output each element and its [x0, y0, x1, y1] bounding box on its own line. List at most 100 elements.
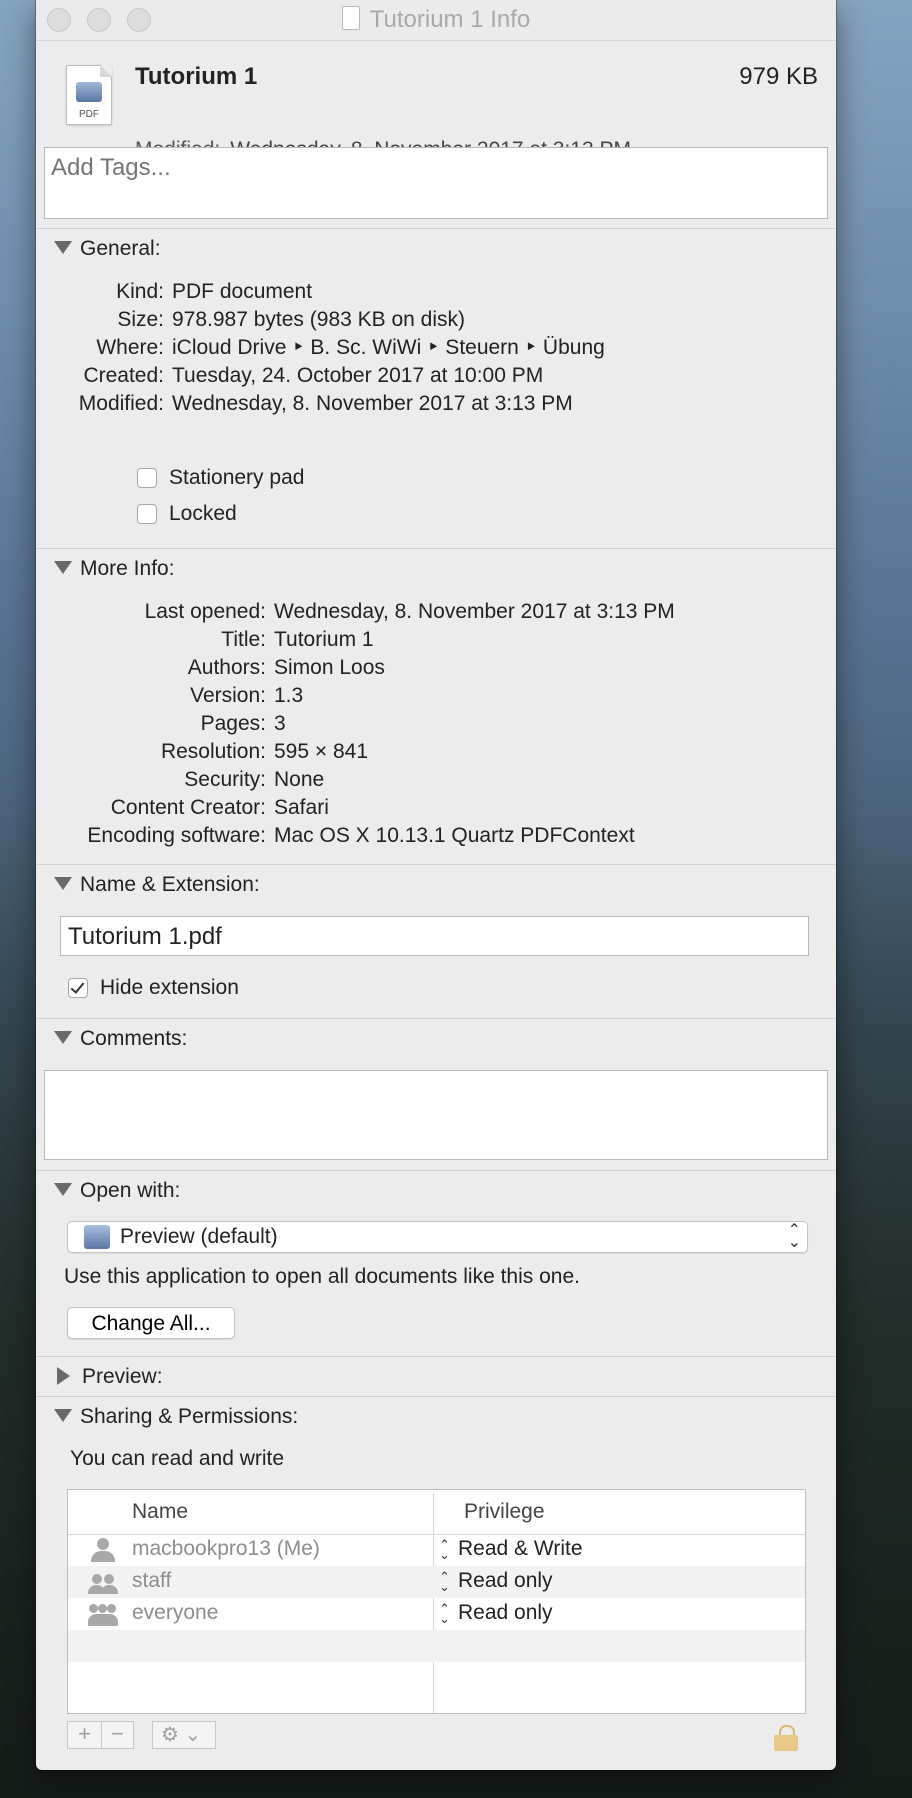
- detail-row: Version: 1.3: [36, 682, 675, 710]
- open-with-title: Open with:: [80, 1179, 181, 1202]
- pdf-icon-label: PDF: [79, 109, 99, 120]
- detail-row: Security: None: [36, 766, 675, 794]
- checkbox-box[interactable]: [137, 504, 157, 524]
- table-row[interactable]: everyone ⌃ ⌄ Read only: [68, 1598, 805, 1630]
- everyone-icon: [88, 1602, 118, 1626]
- detail-value: Wednesday, 8. November 2017 at 3:13 PM: [172, 392, 573, 415]
- chevron-updown-icon: ⌃ ⌄: [439, 1569, 450, 1594]
- table-row[interactable]: staff ⌃ ⌄ Read only: [68, 1566, 805, 1598]
- disclosure-triangle-icon[interactable]: [54, 877, 72, 890]
- disclosure-triangle-icon[interactable]: [54, 1183, 72, 1196]
- window-title-text: Tutorium 1 Info: [369, 6, 531, 33]
- more-info-details: Last opened: Wednesday, 8. November 2017 …: [36, 598, 675, 850]
- more-info-section: More Info: Last opened: Wednesday, 8. Nov…: [36, 548, 836, 865]
- detail-row: Resolution: 595 × 841: [36, 738, 675, 766]
- detail-key: Resolution:: [160, 740, 266, 763]
- document-icon: [341, 6, 360, 30]
- group-icon: [88, 1570, 118, 1594]
- detail-key: Last opened:: [144, 600, 266, 623]
- permission-note: You can read and write: [70, 1447, 285, 1470]
- file-size: 979 KB: [739, 63, 818, 90]
- user-name: everyone: [132, 1601, 219, 1624]
- column-privilege-header[interactable]: Privilege: [464, 1500, 545, 1524]
- chevron-updown-icon: ⌃ ⌄: [787, 1222, 801, 1251]
- title-bar[interactable]: Tutorium 1 Info: [36, 0, 836, 41]
- detail-key: Content Creator:: [110, 796, 266, 819]
- stationery-pad-checkbox[interactable]: Stationery pad: [137, 466, 304, 490]
- remove-user-button[interactable]: −: [102, 1722, 133, 1748]
- tags-field[interactable]: [44, 147, 828, 219]
- open-with-header[interactable]: Open with:: [54, 1179, 180, 1203]
- tags-input[interactable]: [45, 148, 800, 188]
- hide-extension-checkbox[interactable]: Hide extension: [68, 976, 239, 1000]
- detail-value: PDF document: [172, 280, 313, 303]
- detail-row: Title: Tutorium 1: [36, 626, 675, 654]
- detail-row: Kind: PDF document: [36, 278, 605, 306]
- detail-key: Security:: [184, 768, 266, 791]
- open-with-note: Use this application to open all documen…: [64, 1265, 580, 1288]
- detail-key: Authors:: [187, 656, 266, 679]
- detail-value: Simon Loos: [274, 656, 385, 679]
- page-corner-icon: [100, 65, 112, 77]
- disclosure-triangle-icon[interactable]: [54, 561, 72, 574]
- change-all-button[interactable]: Change All...: [67, 1307, 235, 1339]
- detail-row: Modified: Wednesday, 8. November 2017 at …: [36, 390, 605, 418]
- more-info-header[interactable]: More Info:: [54, 557, 175, 581]
- user-icon: [88, 1538, 118, 1562]
- detail-value: 978.987 bytes (983 KB on disk): [172, 308, 466, 331]
- checkbox-box[interactable]: [68, 978, 88, 998]
- table-header: Name Privilege: [68, 1490, 805, 1535]
- disclosure-triangle-icon[interactable]: [54, 1409, 72, 1422]
- gear-icon: ⚙ ⌄: [161, 1724, 202, 1746]
- preview-header[interactable]: Preview:: [54, 1365, 163, 1389]
- detail-value: Safari: [274, 796, 329, 819]
- detail-key: Created:: [83, 364, 164, 387]
- privilege-popup[interactable]: Read only: [458, 1601, 553, 1625]
- disclosure-triangle-collapsed-icon[interactable]: [57, 1367, 70, 1385]
- user-name: staff: [132, 1569, 172, 1592]
- comments-field[interactable]: [44, 1070, 828, 1160]
- detail-key: Size:: [117, 308, 164, 331]
- disclosure-triangle-icon[interactable]: [54, 1031, 72, 1044]
- detail-key: Title:: [221, 628, 266, 651]
- name-extension-header[interactable]: Name & Extension:: [54, 873, 260, 897]
- privilege-popup[interactable]: Read & Write: [458, 1537, 583, 1561]
- table-row[interactable]: macbookpro13 (Me) ⌃ ⌄ Read & Write: [68, 1534, 805, 1566]
- gear-menu-button[interactable]: ⚙ ⌄: [152, 1721, 216, 1749]
- preview-app-icon: [84, 1225, 110, 1249]
- hide-extension-label: Hide extension: [100, 976, 239, 999]
- open-with-popup[interactable]: Preview (default) ⌃ ⌄: [67, 1221, 808, 1253]
- lock-icon[interactable]: [774, 1725, 798, 1751]
- info-window: Tutorium 1 Info PDF Tutorium 1 979 KB Mo…: [36, 0, 836, 1770]
- privilege-popup[interactable]: Read only: [458, 1569, 553, 1593]
- pdf-file-icon: PDF: [66, 65, 112, 125]
- detail-key: Pages:: [200, 712, 266, 735]
- chevron-updown-icon: ⌃ ⌄: [439, 1601, 450, 1626]
- locked-label: Locked: [169, 502, 237, 525]
- detail-value: 3: [274, 712, 286, 735]
- file-name-field[interactable]: Tutorium 1.pdf: [60, 916, 809, 956]
- file-name: Tutorium 1: [135, 63, 258, 90]
- checkbox-box[interactable]: [137, 468, 157, 488]
- detail-key: Where:: [96, 336, 164, 359]
- detail-value: Tutorium 1: [274, 628, 374, 651]
- general-header[interactable]: General:: [54, 237, 161, 261]
- detail-row: Authors: Simon Loos: [36, 654, 675, 682]
- column-name-header[interactable]: Name: [132, 1500, 188, 1524]
- preview-glyph-icon: [76, 82, 102, 102]
- open-with-selected: Preview (default): [120, 1225, 278, 1248]
- user-name: macbookpro13 (Me): [132, 1537, 320, 1560]
- locked-checkbox[interactable]: Locked: [137, 502, 237, 526]
- general-details: Kind: PDF document Size: 978.987 bytes (98…: [36, 278, 605, 418]
- chevron-updown-icon: ⌃ ⌄: [439, 1537, 450, 1562]
- disclosure-triangle-icon[interactable]: [54, 241, 72, 254]
- add-user-button[interactable]: +: [68, 1722, 102, 1748]
- detail-value: 595 × 841: [274, 740, 369, 763]
- preview-section: Preview:: [36, 1356, 836, 1397]
- comments-header[interactable]: Comments:: [54, 1027, 187, 1051]
- name-extension-title: Name & Extension:: [80, 873, 260, 896]
- file-header: PDF Tutorium 1 979 KB Modified:Wednesday…: [36, 41, 836, 161]
- sharing-header[interactable]: Sharing & Permissions:: [54, 1405, 298, 1429]
- detail-value: Mac OS X 10.13.1 Quartz PDFContext: [274, 824, 635, 847]
- comments-title: Comments:: [80, 1027, 188, 1050]
